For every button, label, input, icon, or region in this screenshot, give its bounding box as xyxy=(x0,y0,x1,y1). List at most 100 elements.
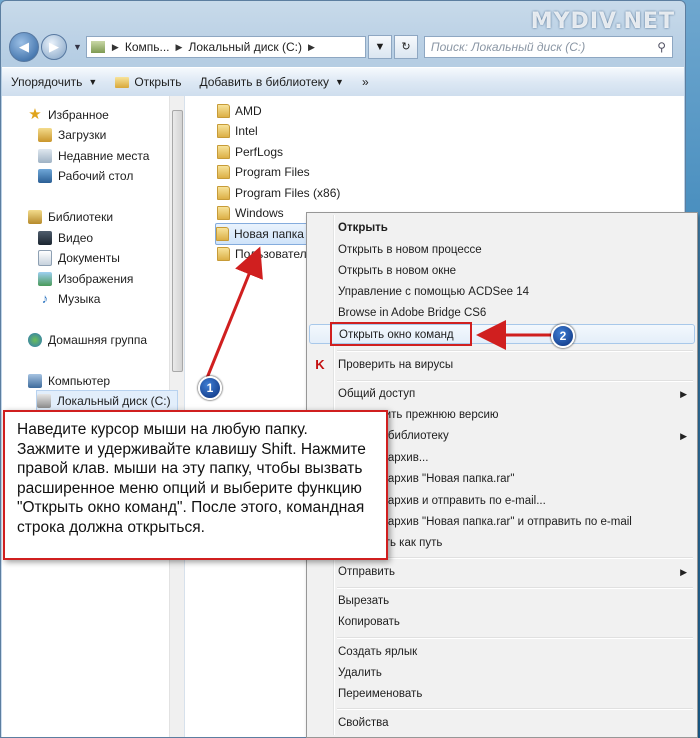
sidebar-item-desktop[interactable]: Рабочий стол xyxy=(38,166,133,186)
chevron-right-icon[interactable]: ▶ xyxy=(112,42,119,53)
instruction-text: Наведите курсор мыши на любую папку. Заж… xyxy=(17,421,366,536)
file-name: Intel xyxy=(235,124,258,138)
sidebar-item-label: Библиотеки xyxy=(48,210,114,224)
submenu-arrow-icon: ▶ xyxy=(680,431,687,441)
chevron-down-icon: ▼ xyxy=(88,77,98,87)
breadcrumb-local-disk[interactable]: Локальный диск (C:) xyxy=(188,40,302,54)
list-item[interactable]: Program Files xyxy=(217,162,316,182)
desktop-icon xyxy=(38,169,52,183)
list-item[interactable]: AMD xyxy=(217,101,268,121)
add-to-library-button[interactable]: Добавить в библиотеку ▼ xyxy=(190,75,352,89)
video-icon xyxy=(38,231,52,245)
menu-item-rar-email[interactable]: ...в архив "Новая папка.rar" и отправить… xyxy=(369,512,632,532)
menu-separator xyxy=(337,350,693,352)
sidebar-item-computer[interactable]: Компьютер xyxy=(28,371,110,391)
sidebar-item-homegroup[interactable]: Домашняя группа xyxy=(28,330,147,350)
add-to-library-label: Добавить в библиотеку xyxy=(199,75,330,89)
menu-item-rename[interactable]: Переименовать xyxy=(338,684,422,704)
folder-icon xyxy=(217,186,230,200)
instruction-callout: Наведите курсор мыши на любую папку. Заж… xyxy=(3,410,388,560)
document-icon xyxy=(38,250,52,266)
folder-icon xyxy=(217,206,230,220)
chevron-down-icon: ▼ xyxy=(335,77,344,87)
folder-icon xyxy=(115,76,130,88)
organize-button[interactable]: Упорядочить ▼ xyxy=(2,75,106,89)
list-item[interactable]: PerfLogs xyxy=(217,142,289,162)
menu-item-copy[interactable]: Копировать xyxy=(338,612,400,632)
menu-separator xyxy=(337,708,693,710)
menu-item-bridge[interactable]: Browse in Adobe Bridge CS6 xyxy=(338,303,486,323)
command-bar: Упорядочить ▼ Открыть Добавить в библиот… xyxy=(2,67,684,97)
menu-separator xyxy=(337,380,693,382)
folder-icon xyxy=(217,104,230,118)
recent-places-icon xyxy=(38,149,52,163)
computer-icon xyxy=(28,374,42,388)
drive-icon xyxy=(37,394,51,408)
sidebar-item-label: Рабочий стол xyxy=(58,169,134,183)
title-bar: MYDIV.NET xyxy=(1,1,685,34)
chevron-right-icon[interactable]: ▶ xyxy=(308,42,315,53)
step-badge-2: 2 xyxy=(551,324,575,348)
more-commands-button[interactable]: » xyxy=(353,75,378,89)
chevron-right-icon[interactable]: ▶ xyxy=(176,42,183,53)
menu-item-open[interactable]: Открыть xyxy=(338,218,388,238)
menu-item-send-to[interactable]: Отправить xyxy=(338,562,395,582)
sidebar-item-label: Домашняя группа xyxy=(48,333,148,347)
list-item-selected[interactable]: Новая папка xyxy=(215,223,313,245)
sidebar-item-label: Изображения xyxy=(58,272,134,286)
sidebar-item-libraries[interactable]: Библиотеки xyxy=(28,207,113,227)
list-item[interactable]: Intel xyxy=(217,121,264,141)
menu-separator xyxy=(337,587,693,589)
menu-item-acdsee[interactable]: Управление с помощью ACDSee 14 xyxy=(338,282,529,302)
sidebar-item-favorites[interactable]: ★ Избранное xyxy=(28,105,109,125)
address-bar[interactable]: ▶ Компь... ▶ Локальный диск (C:) ▶ xyxy=(85,36,366,58)
folder-icon xyxy=(217,165,230,179)
menu-item-restore-version[interactable]: ...вить прежнюю версию xyxy=(369,405,499,425)
menu-item-add-to-rar[interactable]: ...в архив "Новая папка.rar" xyxy=(369,469,514,489)
file-name: Пользовател xyxy=(235,247,307,261)
highlight-frame xyxy=(330,322,472,346)
menu-item-open-new-window[interactable]: Открыть в новом окне xyxy=(338,261,456,281)
sidebar-item-documents[interactable]: Документы xyxy=(38,248,120,268)
menu-item-properties[interactable]: Свойства xyxy=(338,713,389,733)
menu-item-open-new-process[interactable]: Открыть в новом процессе xyxy=(338,240,482,260)
list-item[interactable]: Program Files (x86) xyxy=(217,183,346,203)
refresh-button[interactable]: ↻ xyxy=(393,35,418,59)
menu-item-label: Общий доступ xyxy=(338,388,416,400)
sidebar-item-video[interactable]: Видео xyxy=(38,228,93,248)
breadcrumb-computer[interactable]: Компь... xyxy=(125,40,170,54)
scrollbar-thumb[interactable] xyxy=(172,110,183,372)
file-name: Program Files xyxy=(235,165,310,179)
sidebar-item-pictures[interactable]: Изображения xyxy=(38,269,133,289)
antivirus-icon: K xyxy=(315,357,325,372)
menu-item-cut[interactable]: Вырезать xyxy=(338,591,389,611)
sidebar-item-downloads[interactable]: Загрузки xyxy=(38,125,106,145)
menu-item-create-shortcut[interactable]: Создать ярлык xyxy=(338,642,417,662)
open-button[interactable]: Открыть xyxy=(106,75,190,89)
list-item[interactable]: Windows xyxy=(217,203,290,223)
list-item[interactable]: Пользовател xyxy=(217,244,313,264)
back-button[interactable]: ◀ xyxy=(9,32,39,62)
file-name: AMD xyxy=(235,104,262,118)
file-name: PerfLogs xyxy=(235,145,284,159)
menu-item-scan-viruses[interactable]: Проверить на вирусы xyxy=(338,355,453,375)
sidebar-item-local-disk[interactable]: Локальный диск (C:) xyxy=(36,390,178,412)
sidebar-item-music[interactable]: ♪ Музыка xyxy=(38,289,101,309)
sidebar-item-label: Компьютер xyxy=(48,374,111,388)
history-dropdown-icon[interactable]: ▼ xyxy=(73,42,82,52)
folder-icon xyxy=(217,124,230,138)
sidebar-item-recent[interactable]: Недавние места xyxy=(38,146,149,166)
address-dropdown-button[interactable]: ▼ xyxy=(367,35,392,59)
submenu-arrow-icon: ▶ xyxy=(680,389,687,399)
menu-item-delete[interactable]: Удалить xyxy=(338,663,382,683)
search-icon[interactable]: ⚲ xyxy=(657,40,666,54)
submenu-arrow-icon: ▶ xyxy=(680,567,687,577)
forward-button[interactable]: ▶ xyxy=(41,34,67,60)
sidebar-item-label: Недавние места xyxy=(58,149,150,163)
search-input[interactable]: Поиск: Локальный диск (C:) ⚲ xyxy=(423,36,673,58)
folder-icon xyxy=(217,247,230,261)
menu-separator xyxy=(337,557,693,559)
music-icon: ♪ xyxy=(41,291,49,306)
menu-item-share[interactable]: Общий доступ xyxy=(338,384,695,404)
menu-item-archive-email[interactable]: ...в архив и отправить по e-mail... xyxy=(369,491,546,511)
